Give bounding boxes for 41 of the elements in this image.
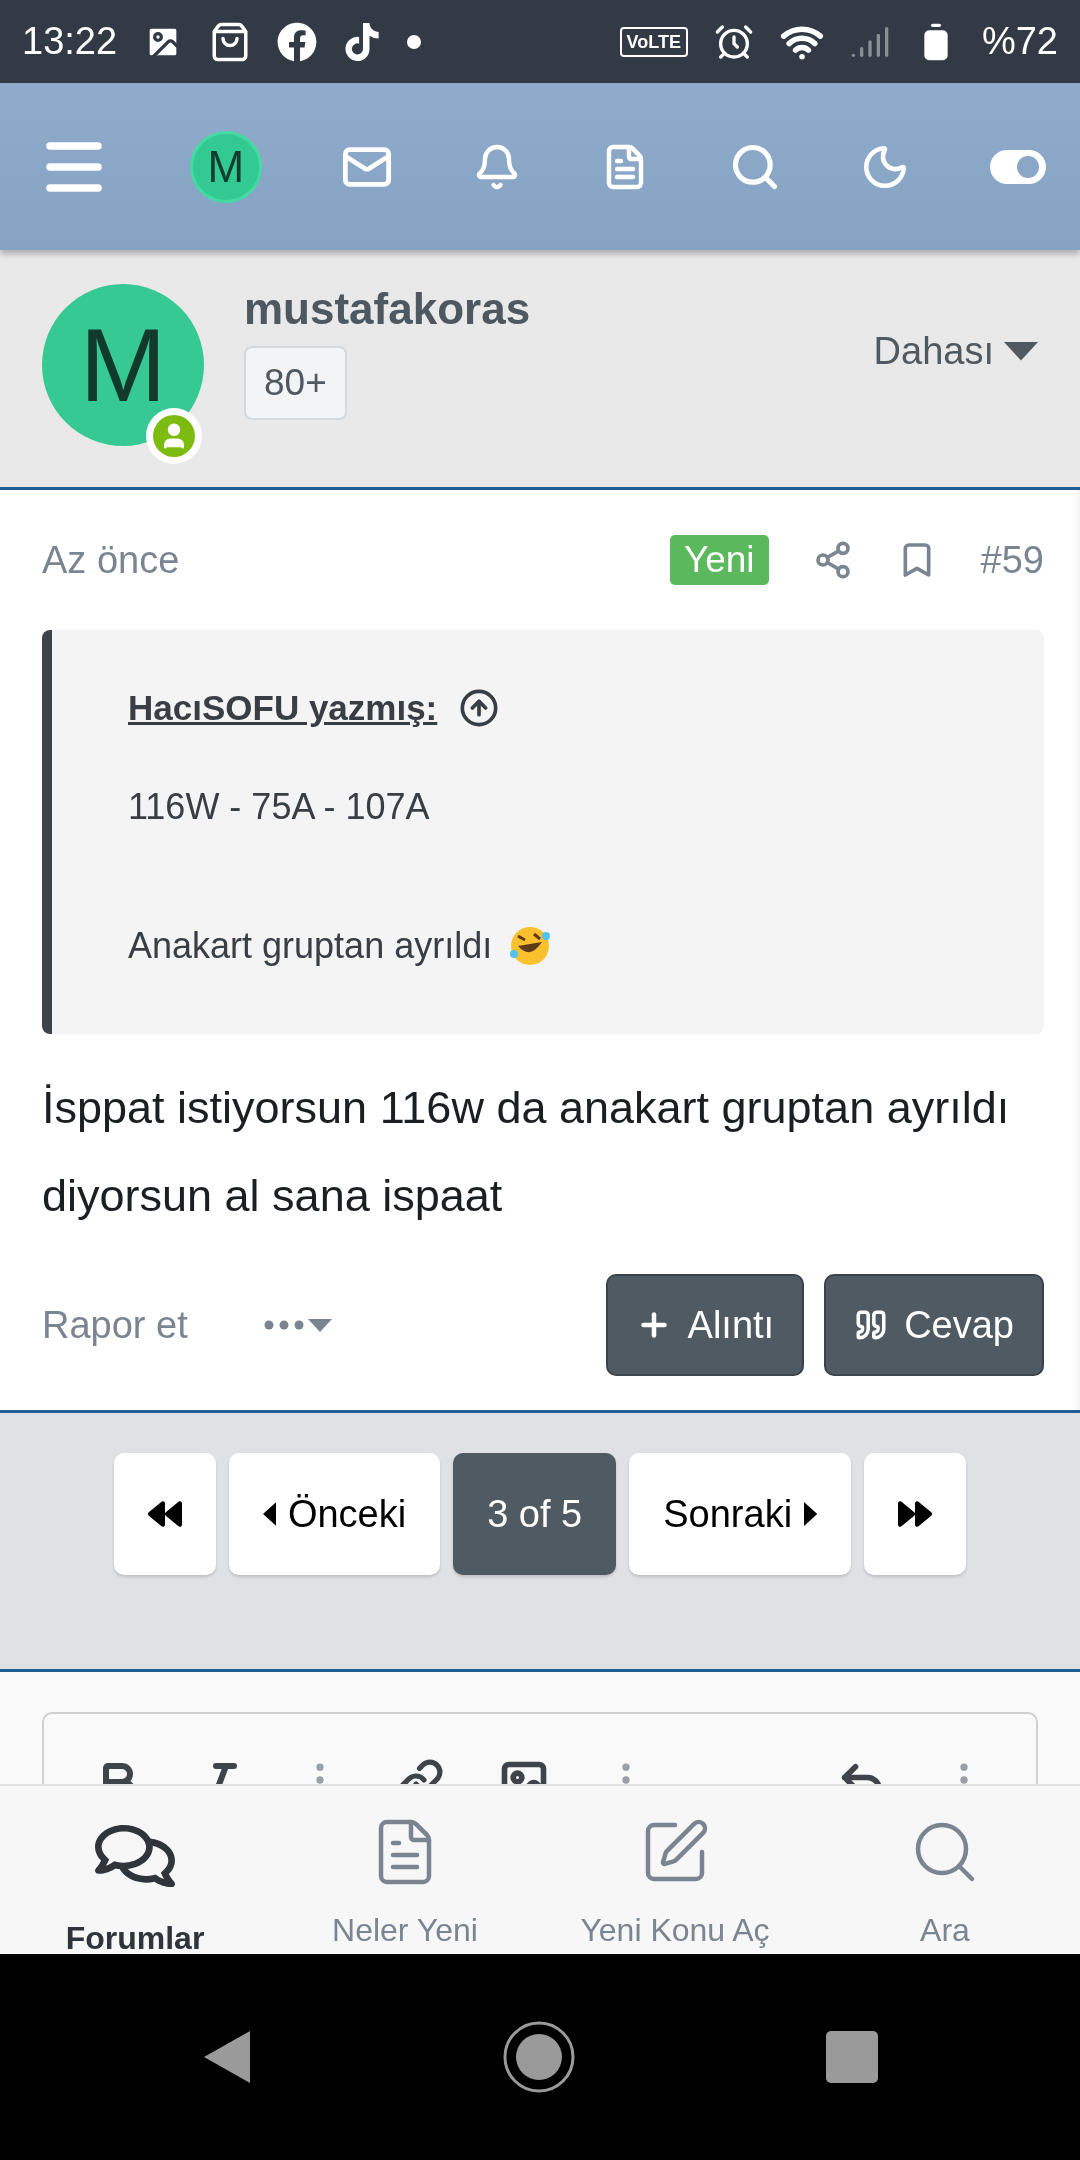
user-avatar[interactable]: M bbox=[189, 130, 262, 203]
post-time[interactable]: Az önce bbox=[42, 538, 180, 582]
home-icon[interactable] bbox=[502, 2020, 576, 2094]
nav-tab[interactable]: Yeni Konu Aç bbox=[580, 1912, 770, 1949]
post-body: İsppat istiyorsun 116w da anakart gruptan ayrıldı diyorsun al sana ispaat bbox=[42, 1081, 1011, 1223]
more-actions-icon[interactable] bbox=[263, 1318, 332, 1332]
reply-button[interactable]: Cevap bbox=[824, 1274, 1044, 1376]
quote-text: 116W - 75A - 107A bbox=[128, 786, 430, 828]
caret-right-icon bbox=[804, 1502, 818, 1526]
new-badge: Yeni bbox=[669, 535, 769, 585]
page-button[interactable]: Önceki bbox=[228, 1453, 441, 1575]
user-avatar[interactable]: M bbox=[42, 284, 204, 446]
dot-icon bbox=[407, 34, 422, 49]
page-button[interactable]: 3 of 5 bbox=[453, 1453, 617, 1575]
quote-author-link[interactable]: HacıSOFU yazmış: bbox=[128, 688, 438, 728]
laughing-emoji-icon bbox=[508, 924, 553, 968]
nav-tab[interactable]: Neler Yeni bbox=[332, 1912, 478, 1949]
quote-icon bbox=[854, 1308, 889, 1342]
nav-tab[interactable]: Ara bbox=[920, 1912, 970, 1949]
online-status-icon bbox=[146, 408, 202, 464]
back-icon[interactable] bbox=[202, 2029, 252, 2085]
arrow-up-icon[interactable] bbox=[459, 688, 500, 728]
network-indicator: VoLTE bbox=[619, 26, 688, 57]
username[interactable]: mustafakoras bbox=[244, 284, 531, 334]
facebook-icon bbox=[277, 21, 318, 62]
report-link[interactable]: Rapor et bbox=[42, 1303, 188, 1347]
more-dropdown[interactable]: Dahası bbox=[873, 330, 994, 373]
clock-time: 13:22 bbox=[22, 20, 118, 63]
toggle-icon[interactable] bbox=[989, 149, 1046, 184]
count-badge: 80+ bbox=[244, 346, 347, 420]
caret-left-icon bbox=[262, 1502, 276, 1526]
quote-button[interactable]: Alıntı bbox=[605, 1274, 805, 1376]
post-number[interactable]: #59 bbox=[980, 538, 1044, 582]
tiktok-icon bbox=[343, 22, 382, 61]
nav-tab[interactable]: Forumlar bbox=[65, 1920, 205, 1957]
page-button[interactable]: Sonraki bbox=[629, 1453, 852, 1575]
battery-level: %72 bbox=[981, 20, 1058, 63]
page-jump-button[interactable] bbox=[113, 1453, 216, 1575]
page-jump-button[interactable] bbox=[864, 1453, 967, 1575]
caret-down-icon bbox=[1004, 342, 1038, 361]
quote-text: Anakart gruptan ayrıldı bbox=[128, 925, 493, 967]
